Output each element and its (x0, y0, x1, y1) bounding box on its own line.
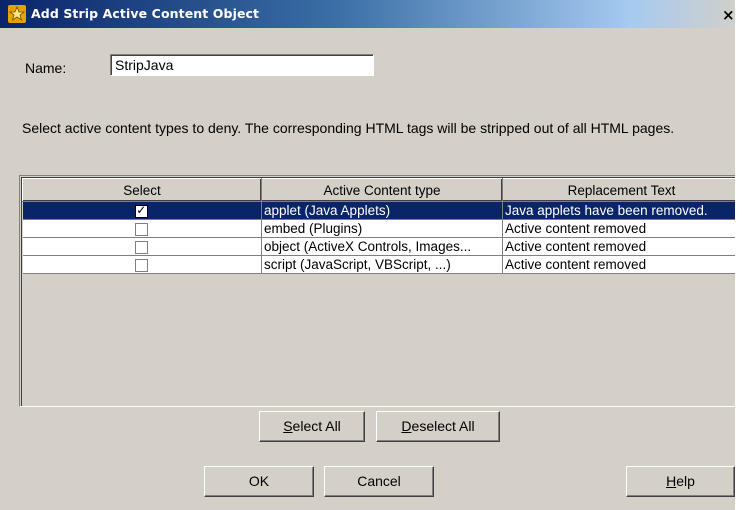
close-button[interactable]: × (722, 7, 735, 25)
replacement-text-cell[interactable]: Active content removed (502, 237, 735, 256)
content-type-cell[interactable]: applet (Java Applets) (261, 201, 503, 220)
select-cell[interactable] (22, 219, 262, 238)
column-header-replacement[interactable]: Replacement Text (502, 178, 735, 202)
replacement-text-cell[interactable]: Java applets have been removed. (502, 201, 735, 220)
replacement-text-cell[interactable]: Active content removed (502, 255, 735, 274)
table-row[interactable]: object (ActiveX Controls, Images... Activ… (22, 237, 735, 256)
window-title: Add Strip Active Content Object (31, 6, 260, 21)
content-type-table: Select Active Content type Replacement T… (19, 175, 735, 407)
table-row[interactable]: script (JavaScript, VBScript, ...) Active… (22, 255, 735, 274)
select-checkbox[interactable] (135, 258, 149, 272)
select-checkbox[interactable] (135, 240, 149, 254)
content-type-cell[interactable]: embed (Plugins) (261, 219, 503, 238)
replacement-text-cell[interactable]: Active content removed (502, 219, 735, 238)
select-checkbox[interactable] (135, 203, 149, 218)
table-header-row: Select Active Content type Replacement T… (22, 178, 735, 202)
deselect-all-button[interactable]: Deselect All (376, 411, 500, 442)
title-bar[interactable]: Add Strip Active Content Object (0, 0, 735, 28)
cancel-button[interactable]: Cancel (324, 466, 434, 497)
table-row[interactable]: applet (Java Applets)Java applets have b… (22, 201, 735, 220)
column-header-type[interactable]: Active Content type (261, 178, 503, 202)
app-icon (8, 5, 26, 23)
table-row[interactable]: embed (Plugins) Active content removed (22, 219, 735, 238)
select-cell[interactable] (22, 255, 262, 274)
select-checkbox[interactable] (135, 222, 149, 236)
content-type-cell[interactable]: object (ActiveX Controls, Images... (261, 237, 503, 256)
instructions-text: Select active content types to deny. The… (22, 120, 675, 136)
content-type-cell[interactable]: script (JavaScript, VBScript, ...) (261, 255, 503, 274)
select-cell[interactable] (22, 237, 262, 256)
name-label: Name: (25, 60, 67, 76)
name-input[interactable] (110, 54, 374, 76)
select-cell[interactable] (22, 201, 262, 220)
column-header-select[interactable]: Select (22, 178, 262, 202)
select-all-button[interactable]: Select All (259, 411, 365, 442)
close-icon: × (722, 6, 735, 24)
dialog: Add Strip Active Content Object × Name: … (0, 0, 735, 510)
ok-button[interactable]: OK (204, 466, 314, 497)
help-button[interactable]: Help (626, 466, 735, 497)
